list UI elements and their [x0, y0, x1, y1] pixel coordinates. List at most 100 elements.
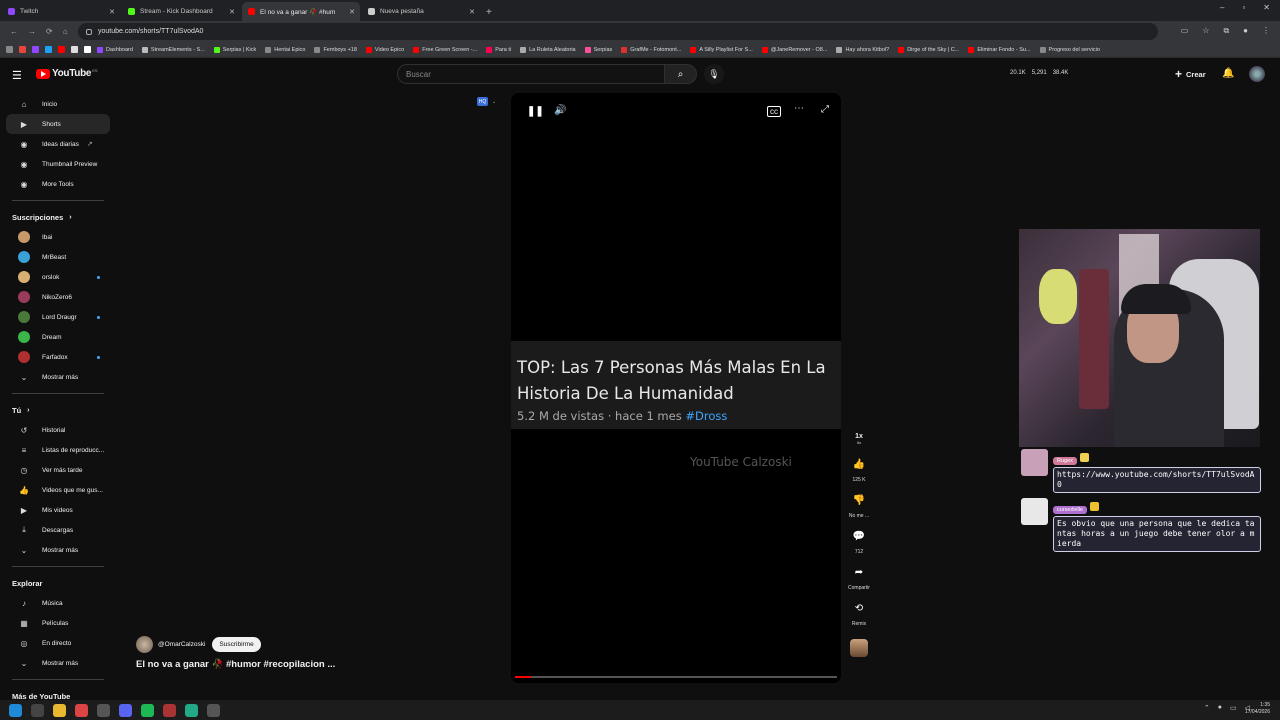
show-more-subscriptions[interactable]: ⌄ Mostrar más [6, 367, 110, 387]
progress-bar[interactable] [515, 676, 837, 678]
maximize-icon[interactable]: ▫ [1242, 3, 1245, 12]
more-options-icon[interactable]: ⋯ [794, 103, 804, 114]
sidebar-item-inicio[interactable]: ⌂ Inicio [6, 94, 110, 114]
subscription-item[interactable]: MrBeast [6, 247, 110, 267]
windows-start-icon[interactable] [9, 703, 22, 717]
bookmark-item[interactable]: La Ruleta Aleatoria [520, 46, 576, 53]
share-button[interactable]: ➦ Compartir [843, 567, 875, 591]
close-window-icon[interactable]: ✕ [1263, 3, 1270, 12]
bookmark-item[interactable]: A Silly Playlist For S... [690, 46, 753, 53]
sidebar-item-downloads[interactable]: ⤓ Descargas [6, 520, 110, 540]
sidebar-item-watch-later[interactable]: ◷ Ver más tarde [6, 460, 110, 480]
volume-icon[interactable]: 🔊 [554, 105, 566, 116]
spotify-icon[interactable] [141, 703, 154, 717]
speed-button[interactable]: 1x 3x [843, 433, 875, 445]
search-button[interactable]: ⌕ [665, 64, 697, 84]
bookmark-icon[interactable] [45, 46, 52, 53]
new-tab-icon[interactable]: + [486, 7, 492, 18]
subscription-item[interactable]: Farfadox [6, 347, 110, 367]
star-icon[interactable]: ☆ [1202, 26, 1209, 36]
show-more-you[interactable]: ⌄ Mostrar más [6, 540, 110, 560]
bookmark-item[interactable]: Serpias | Kick [213, 46, 256, 53]
tab-close-icon[interactable]: ✕ [469, 8, 475, 16]
sidebar-item-thumbnail-preview[interactable]: ◉ Thumbnail Preview [6, 154, 110, 174]
tab-close-icon[interactable]: ✕ [109, 8, 115, 16]
search-taskbar-icon[interactable] [31, 703, 44, 717]
youtube-bookmark-icon[interactable] [58, 46, 65, 53]
obs-icon[interactable] [163, 703, 176, 717]
shorts-player[interactable]: ❚❚ 🔊 cc ⋯ ⤢ TOP: Las 7 Personas Más Mala… [511, 93, 841, 683]
mic-tray-icon[interactable]: ● [1218, 704, 1222, 712]
sidebar-item-shorts[interactable]: ▶ Shorts [6, 114, 110, 134]
bookmark-item[interactable]: Progreso del servicio [1039, 46, 1100, 53]
twitch-icon[interactable] [32, 46, 39, 53]
extensions-icon[interactable]: ⧉ [1223, 26, 1229, 36]
menu-icon[interactable]: ⋮ [1262, 26, 1270, 36]
chrome-icon[interactable] [75, 703, 88, 717]
bookmark-item[interactable]: @JaneRemover - O8... [761, 46, 827, 53]
tiktok-icon[interactable] [71, 46, 78, 53]
channel-name[interactable]: @OmarCalzoski [158, 641, 205, 648]
bookmark-item[interactable]: Free Green Screen -... [413, 46, 477, 53]
sidebar-item-my-videos[interactable]: ▶ Mis videos [6, 500, 110, 520]
tray-up-icon[interactable]: ⌃ [1204, 704, 1210, 712]
explore-header[interactable]: Explorar [0, 573, 116, 593]
site-info-icon[interactable] [86, 28, 92, 35]
bookmark-item[interactable]: Serpias [584, 46, 612, 53]
discord-icon[interactable] [119, 703, 132, 717]
subscription-item[interactable]: NikoZero6 [6, 287, 110, 307]
quality-badge[interactable]: HQ ⌄ [477, 97, 496, 106]
forward-icon[interactable]: → [28, 27, 36, 36]
home-browser-icon[interactable]: ⌂ [63, 27, 68, 36]
bookmark-item[interactable]: Hay ahora Kitbol? [836, 46, 889, 53]
tab-close-icon[interactable]: ✕ [229, 8, 235, 16]
fullscreen-icon[interactable]: ⤢ [821, 104, 829, 115]
bookmark-item[interactable]: Video Epico [365, 46, 404, 53]
cast-icon[interactable]: ▭ [1181, 26, 1189, 36]
pause-icon[interactable]: ❚❚ [527, 106, 544, 117]
url-field[interactable]: youtube.com/shorts/TT7ulSvodA0 [78, 23, 1158, 40]
bookmark-item[interactable]: Para ti [486, 46, 511, 53]
sidebar-item-ideas-diarias[interactable]: ◉ Ideas diarias ↗ [6, 134, 110, 154]
back-icon[interactable]: ← [10, 27, 18, 36]
bookmark-item[interactable]: Dirge of the Sky | C... [898, 46, 959, 53]
sidebar-item-movies[interactable]: ▦ Películas [6, 613, 110, 633]
youtube-logo[interactable]: YouTube ES [36, 68, 98, 79]
bookmark-item[interactable]: Femboys +18 [314, 46, 357, 53]
bookmark-item[interactable]: Hentai Epico [265, 46, 305, 53]
channel-avatar[interactable] [136, 636, 153, 653]
profile-icon[interactable]: ● [1243, 26, 1248, 36]
voice-search-button[interactable]: 🎙 [704, 64, 724, 84]
comments-button[interactable]: 💬 712 [843, 531, 875, 555]
tab-close-icon[interactable]: ✕ [349, 8, 355, 16]
sidebar-item-history[interactable]: ↺ Historial [6, 420, 110, 440]
reload-icon[interactable]: ⟳ [46, 27, 53, 36]
browser-tab[interactable]: Stream - Kick Dashboard ✕ [122, 2, 240, 21]
sound-thumbnail[interactable] [850, 639, 868, 657]
sidebar-item-more-tools[interactable]: ◉ More Tools [6, 174, 110, 194]
subscribe-button[interactable]: Suscribirme [212, 637, 261, 652]
browser-tab[interactable]: Nueva pestaña ✕ [362, 2, 480, 21]
notifications-bell-icon[interactable]: 🔔 [1222, 68, 1234, 79]
subscriptions-header[interactable]: Suscripciones › [0, 207, 116, 227]
app-icon[interactable] [97, 703, 110, 717]
browser-tab[interactable]: Twitch ✕ [2, 2, 120, 21]
captions-icon[interactable]: cc [767, 106, 781, 117]
remix-button[interactable]: ⟲ Remix [843, 603, 875, 627]
bookmark-item[interactable]: Dashboard [97, 46, 133, 53]
browser-tab[interactable]: El no va a ganar 🥀 #hum ✕ [242, 2, 360, 21]
create-button[interactable]: + Crear [1175, 67, 1206, 81]
app2-icon[interactable] [185, 703, 198, 717]
bookmark-item[interactable]: GrafMe - Fotomont... [621, 46, 681, 53]
file-explorer-icon[interactable] [53, 703, 66, 717]
subscription-item[interactable]: Dream [6, 327, 110, 347]
search-input[interactable]: Buscar [397, 64, 665, 84]
sidebar-item-liked[interactable]: 👍 Videos que me gus... [6, 480, 110, 500]
dislike-button[interactable]: 👎 No me ... [843, 495, 875, 519]
app3-icon[interactable] [207, 703, 220, 717]
taskbar-clock[interactable]: 1:35 17/04/2026 [1245, 702, 1270, 716]
video-hashtag[interactable]: #Dross [685, 409, 727, 423]
apps-icon[interactable] [6, 46, 13, 53]
sidebar-item-playlists[interactable]: ≡ Listas de reproducc... [6, 440, 110, 460]
minimize-icon[interactable]: – [1220, 3, 1224, 12]
